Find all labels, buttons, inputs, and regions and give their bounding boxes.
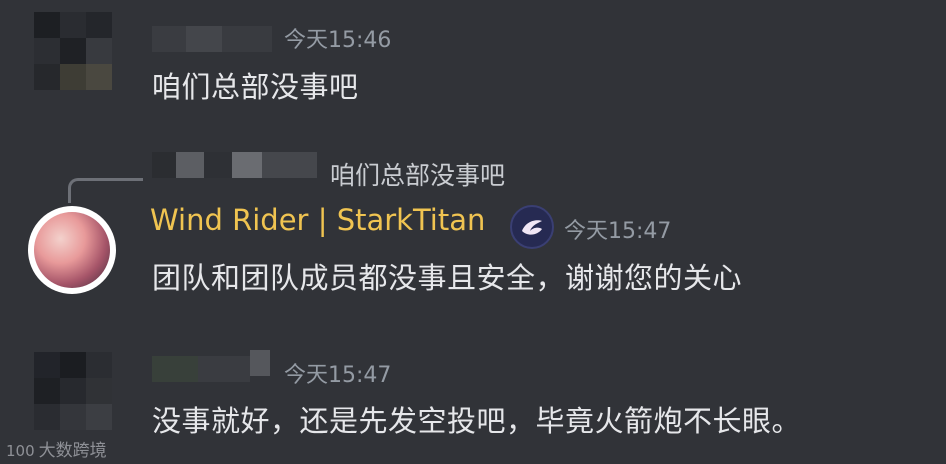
watermark-logo: 100 bbox=[6, 442, 35, 460]
watermark: 100 大数跨境 bbox=[6, 436, 107, 461]
reply-username-blurred[interactable] bbox=[152, 152, 317, 178]
message-text: 咱们总部没事吧 bbox=[152, 70, 359, 104]
brand-logo-icon bbox=[510, 205, 554, 249]
avatar-blurred[interactable] bbox=[34, 352, 112, 430]
username-blurred[interactable] bbox=[152, 350, 270, 382]
avatar[interactable] bbox=[28, 206, 116, 294]
message-text: 没事就好，还是先发空投吧，毕竟火箭炮不长眼。 bbox=[152, 404, 802, 438]
username[interactable]: Wind Rider | StarkTitan bbox=[150, 203, 485, 237]
username-blurred[interactable] bbox=[152, 26, 272, 52]
reply-preview-text[interactable]: 咱们总部没事吧 bbox=[330, 156, 505, 192]
timestamp[interactable]: 今天15:46 bbox=[284, 22, 391, 54]
message-text: 团队和团队成员都没事且安全，谢谢您的关心 bbox=[152, 261, 743, 295]
avatar-blurred[interactable] bbox=[34, 12, 112, 90]
watermark-text: 大数跨境 bbox=[38, 441, 107, 461]
reply-connector bbox=[68, 178, 143, 203]
timestamp[interactable]: 今天15:47 bbox=[284, 357, 391, 389]
timestamp[interactable]: 今天15:47 bbox=[564, 213, 671, 245]
